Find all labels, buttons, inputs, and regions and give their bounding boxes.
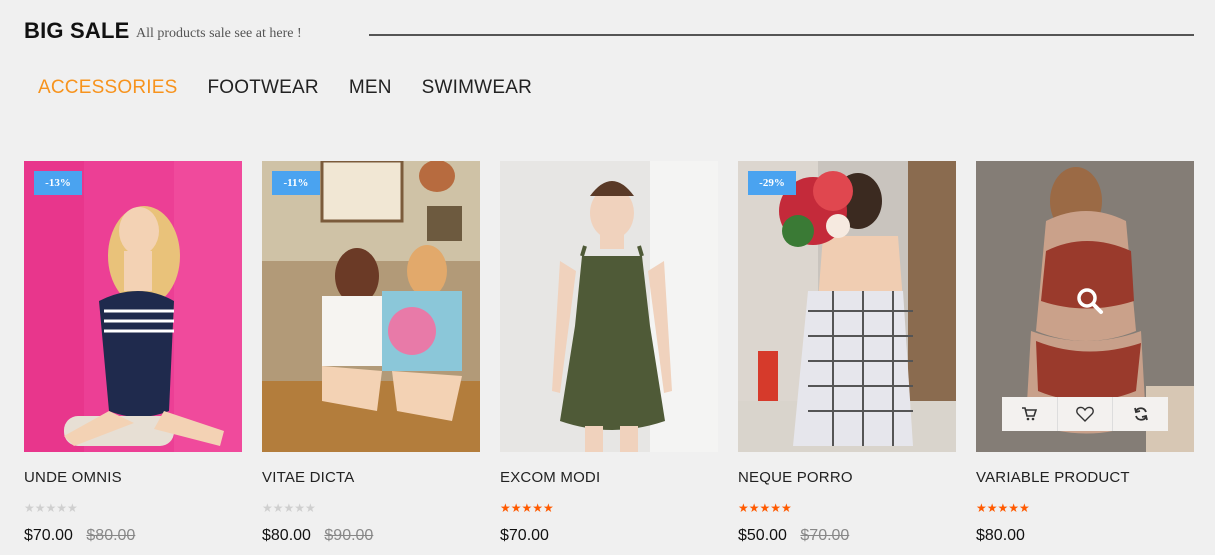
rating-stars: ★★★★★ xyxy=(976,501,1030,515)
rating-stars: ★★★★★ xyxy=(738,501,792,515)
product-price: $50.00 $70.00 xyxy=(738,527,849,545)
current-price: $70.00 xyxy=(24,527,73,544)
product-name[interactable]: EXCOM MODI xyxy=(500,469,600,486)
product-card[interactable]: -29% NEQUE PORRO ★★★★★ $50.00 $70.00 xyxy=(738,161,956,544)
product-name[interactable]: VARIABLE PRODUCT xyxy=(976,469,1130,486)
product-actions xyxy=(1002,397,1168,431)
product-name[interactable]: NEQUE PORRO xyxy=(738,469,853,486)
product-card[interactable]: EXCOM MODI ★★★★★ $70.00 xyxy=(500,161,718,544)
old-price: $90.00 xyxy=(324,527,374,544)
product-image[interactable] xyxy=(500,161,718,452)
discount-badge: -11% xyxy=(272,171,320,195)
compare-button[interactable] xyxy=(1113,397,1168,431)
header-divider xyxy=(369,34,1194,36)
wishlist-button[interactable] xyxy=(1058,397,1114,431)
product-image[interactable]: -11% xyxy=(262,161,480,452)
rating-stars: ★★★★★ xyxy=(262,501,316,515)
product-name[interactable]: VITAE DICTA xyxy=(262,469,355,486)
tab-men[interactable]: MEN xyxy=(349,77,392,99)
product-price: $70.00 xyxy=(500,527,549,545)
refresh-icon xyxy=(1133,407,1148,421)
product-card[interactable]: -11% VITAE DICTA ★★★★★ $80.00 $90.00 xyxy=(262,161,480,544)
cart-icon xyxy=(1022,407,1038,421)
discount-badge: -29% xyxy=(748,171,796,195)
old-price: $70.00 xyxy=(800,527,850,544)
current-price: $50.00 xyxy=(738,527,787,544)
product-price: $80.00 $90.00 xyxy=(262,527,373,545)
section-title: BIG SALE xyxy=(24,18,130,43)
product-card[interactable]: VARIABLE PRODUCT ★★★★★ $80.00 xyxy=(976,161,1194,544)
section-header: BIG SALE All products sale see at here ! xyxy=(24,16,1194,52)
section-subtitle: All products sale see at here ! xyxy=(136,26,302,41)
product-image[interactable]: -29% xyxy=(738,161,956,452)
tab-footwear[interactable]: FOOTWEAR xyxy=(207,77,318,99)
current-price: $80.00 xyxy=(976,527,1025,544)
category-tabs: ACCESSORIES FOOTWEAR MEN SWIMWEAR xyxy=(38,77,562,99)
rating-stars: ★★★★★ xyxy=(500,501,554,515)
product-name[interactable]: UNDE OMNIS xyxy=(24,469,122,486)
tab-accessories[interactable]: ACCESSORIES xyxy=(38,77,177,99)
tab-swimwear[interactable]: SWIMWEAR xyxy=(422,77,532,99)
heart-icon xyxy=(1076,406,1094,422)
product-image[interactable]: -13% xyxy=(24,161,242,452)
current-price: $70.00 xyxy=(500,527,549,544)
add-to-cart-button[interactable] xyxy=(1002,397,1058,431)
search-icon[interactable] xyxy=(1074,285,1106,317)
product-card[interactable]: -13% UNDE OMNIS ★★★★★ $70.00 $80.00 xyxy=(24,161,242,544)
product-price: $70.00 $80.00 xyxy=(24,527,135,545)
current-price: $80.00 xyxy=(262,527,311,544)
product-image[interactable] xyxy=(976,161,1194,452)
old-price: $80.00 xyxy=(86,527,136,544)
product-price: $80.00 xyxy=(976,527,1025,545)
discount-badge: -13% xyxy=(34,171,82,195)
rating-stars: ★★★★★ xyxy=(24,501,78,515)
